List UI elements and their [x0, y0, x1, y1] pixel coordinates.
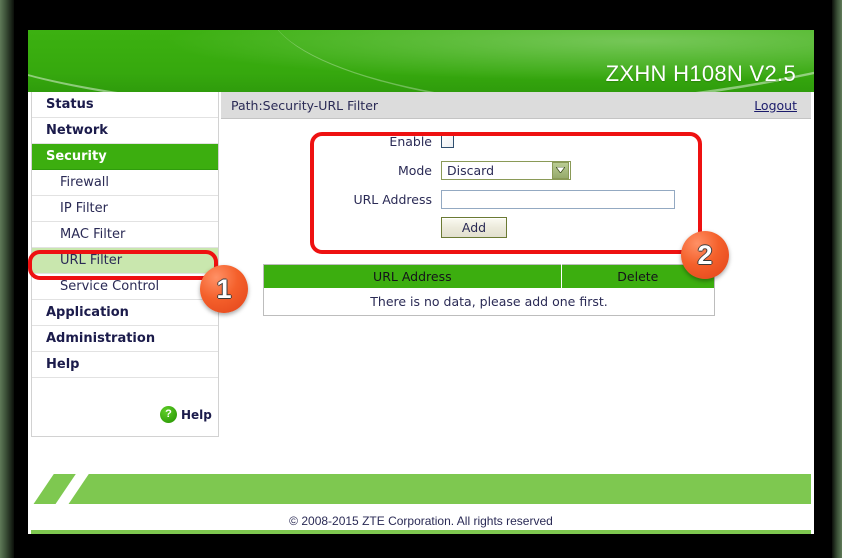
- chevron-down-icon: [552, 161, 569, 179]
- sidebar-item-application[interactable]: Application: [32, 300, 218, 326]
- mode-row: Mode Discard: [329, 159, 697, 181]
- brand-title: ZXHN H108N V2.5: [605, 61, 796, 86]
- sidebar-item-administration[interactable]: Administration: [32, 326, 218, 352]
- footer-bottom-line: [31, 530, 811, 534]
- content-area: Path:Security-URL Filter Logout Enable M…: [221, 92, 811, 504]
- sidebar-item-status[interactable]: Status: [32, 92, 218, 118]
- mode-label: Mode: [397, 162, 432, 178]
- page-banner: ZXHN H108N V2.5: [28, 30, 814, 92]
- logout-link[interactable]: Logout: [754, 98, 797, 113]
- url-filter-table: URL Address Delete There is no data, ple…: [263, 264, 715, 316]
- footer-wave: [31, 474, 811, 504]
- table-header-row: URL Address Delete: [263, 264, 715, 288]
- sidebar-help-box: ? Help: [32, 378, 218, 436]
- enable-row: Enable: [329, 130, 697, 152]
- annotation-badge-2: 2: [681, 231, 729, 279]
- window-frame: ZXHN H108N V2.5 Status Network Security …: [0, 0, 842, 558]
- frame-edge-left: [0, 0, 14, 558]
- footer-copyright: © 2008-2015 ZTE Corporation. All rights …: [289, 514, 553, 528]
- breadcrumb: Path:Security-URL Filter: [231, 97, 379, 113]
- url-address-label: URL Address: [353, 191, 432, 207]
- sidebar-item-help[interactable]: Help: [32, 352, 218, 378]
- router-admin-page: ZXHN H108N V2.5 Status Network Security …: [28, 30, 814, 534]
- help-link[interactable]: ? Help: [160, 406, 212, 423]
- url-address-input[interactable]: [441, 189, 675, 209]
- footer-slash-edge: [31, 474, 58, 504]
- sidebar-item-security[interactable]: Security: [32, 144, 218, 170]
- breadcrumb-bar: Path:Security-URL Filter Logout: [221, 92, 811, 119]
- url-filter-form: Enable Mode Discard URL Address Add: [329, 130, 697, 238]
- sidebar-item-service-control[interactable]: Service Control: [32, 274, 218, 300]
- sidebar-item-url-filter[interactable]: URL Filter: [32, 248, 218, 274]
- help-label: Help: [181, 407, 212, 422]
- sidebar-item-network[interactable]: Network: [32, 118, 218, 144]
- sidebar-item-firewall[interactable]: Firewall: [32, 170, 218, 196]
- mode-select-value: Discard: [447, 162, 494, 178]
- table-empty-message: There is no data, please add one first.: [370, 294, 608, 309]
- annotation-badge-1: 1: [200, 265, 248, 313]
- add-button-row: Add: [329, 217, 697, 238]
- enable-label: Enable: [389, 133, 432, 149]
- sidebar-item-ip-filter[interactable]: IP Filter: [32, 196, 218, 222]
- sidebar-item-mac-filter[interactable]: MAC Filter: [32, 222, 218, 248]
- footer-slash-1: [50, 474, 93, 504]
- add-button[interactable]: Add: [441, 217, 507, 238]
- table-empty-row: There is no data, please add one first.: [264, 288, 715, 316]
- mode-select[interactable]: Discard: [441, 160, 571, 180]
- sidebar-nav: Status Network Security Firewall IP Filt…: [31, 92, 219, 437]
- url-address-row: URL Address: [329, 188, 697, 210]
- question-mark-icon: ?: [160, 406, 177, 423]
- frame-edge-right: [832, 0, 842, 558]
- table-header-url-address: URL Address: [263, 264, 562, 288]
- page-body: Status Network Security Firewall IP Filt…: [28, 92, 814, 504]
- enable-checkbox[interactable]: [441, 134, 454, 148]
- add-spacer: [329, 217, 441, 238]
